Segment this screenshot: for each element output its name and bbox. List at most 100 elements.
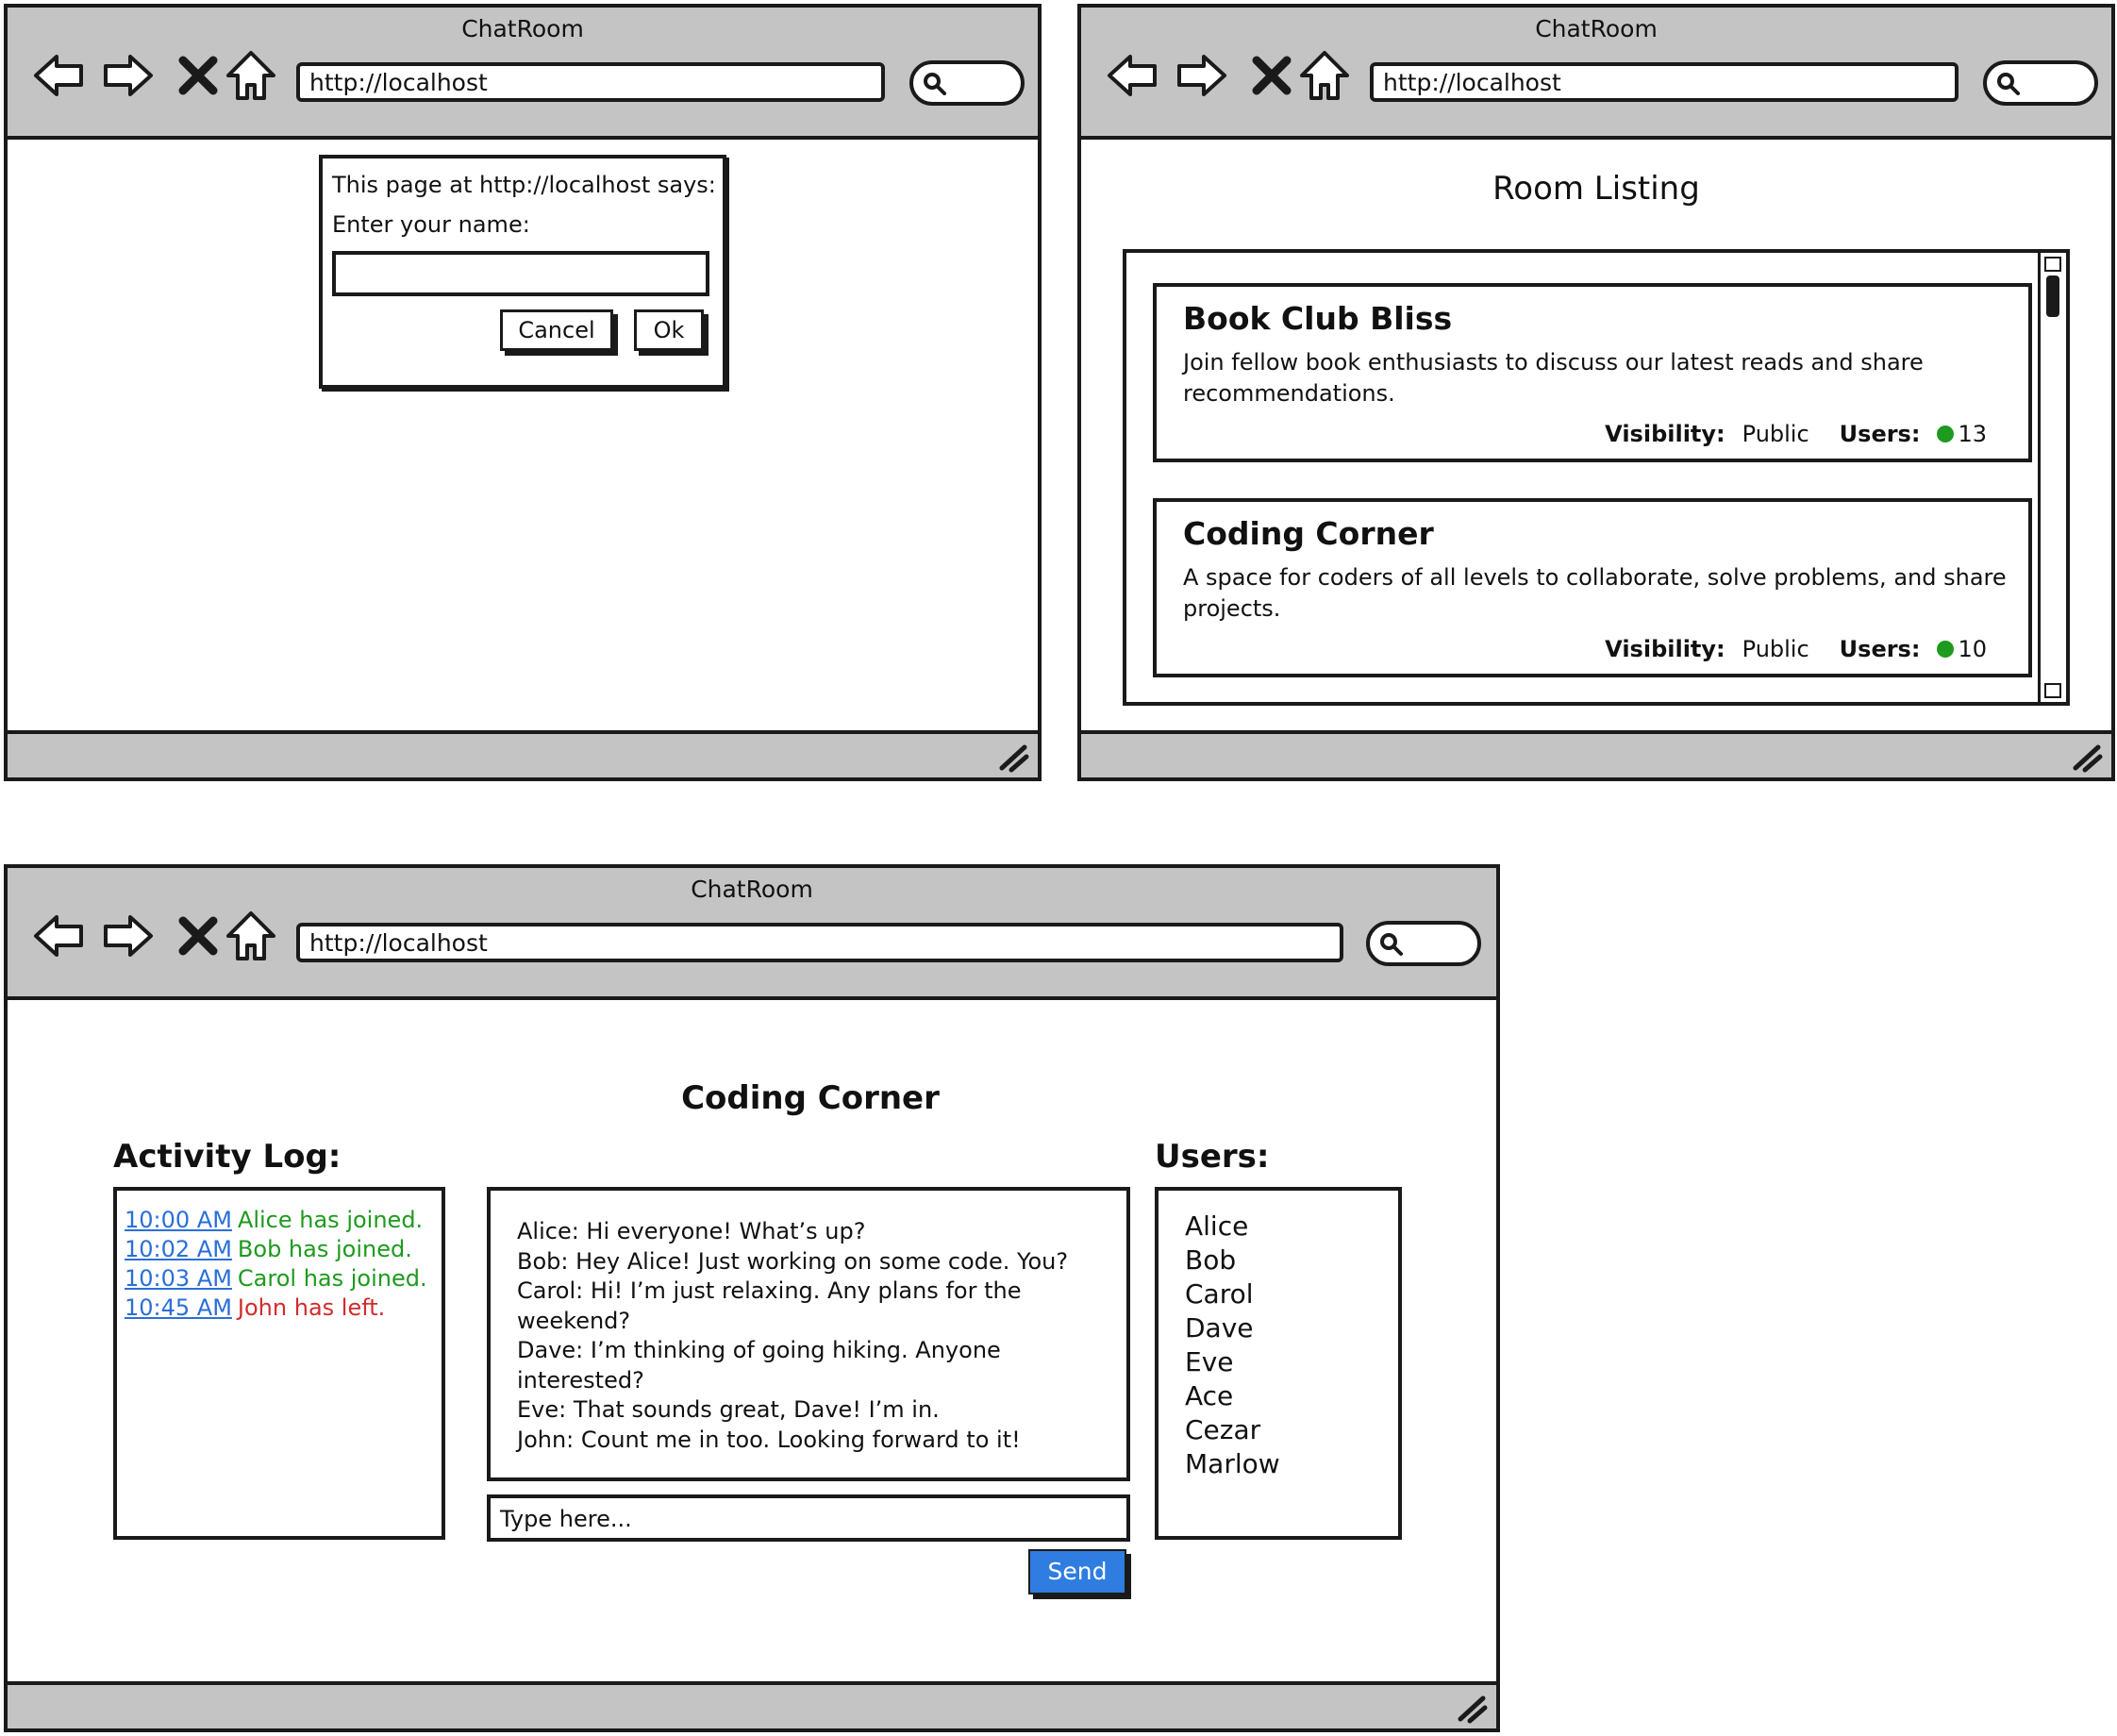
cancel-button[interactable]: Cancel bbox=[500, 309, 613, 351]
browser-toolbar: ChatRoom http://localhost bbox=[1081, 8, 2111, 140]
browser-toolbar: ChatRoom http://localhost bbox=[8, 868, 1496, 1000]
users-list: Alice Bob Carol Dave Eve Ace Cezar Marlo… bbox=[1155, 1187, 1402, 1540]
home-icon[interactable] bbox=[1296, 47, 1353, 104]
log-text: Alice has joined. bbox=[237, 1207, 424, 1233]
visibility-label: Visibility: bbox=[1605, 636, 1725, 662]
online-dot-icon bbox=[1937, 426, 1955, 442]
room-list: Book Club Bliss Join fellow book enthusi… bbox=[1123, 249, 2070, 706]
status-bar bbox=[8, 1681, 1496, 1728]
user-item[interactable]: Carol bbox=[1185, 1277, 1372, 1311]
home-icon[interactable] bbox=[223, 908, 279, 964]
browser-window-room-listing: ChatRoom http://localhost Room Listing B… bbox=[1077, 4, 2115, 781]
home-icon[interactable] bbox=[223, 47, 279, 104]
user-item[interactable]: Eve bbox=[1185, 1345, 1372, 1379]
room-name: Book Club Bliss bbox=[1183, 300, 1453, 337]
chat-message: Dave: I’m thinking of going hiking. Anyo… bbox=[517, 1337, 1001, 1394]
user-item[interactable]: Marlow bbox=[1185, 1447, 1372, 1481]
activity-log-heading: Activity Log: bbox=[113, 1138, 342, 1176]
search-box[interactable] bbox=[909, 60, 1025, 106]
address-bar[interactable]: http://localhost bbox=[296, 62, 885, 102]
room-meta: Visibility: Public Users: 13 bbox=[1605, 421, 1987, 447]
chat-message: Bob: Hey Alice! Just working on some cod… bbox=[517, 1247, 1069, 1275]
log-time-link[interactable]: 10:00 AM bbox=[125, 1207, 232, 1233]
log-entry: 10:02 AM Bob has joined. bbox=[125, 1235, 434, 1264]
chat-message: Eve: That sounds great, Dave! I’m in. bbox=[517, 1396, 940, 1423]
room-meta: Visibility: Public Users: 10 bbox=[1605, 636, 1987, 662]
forward-arrow-icon[interactable] bbox=[100, 47, 157, 104]
users-count: 10 bbox=[1958, 636, 1987, 662]
browser-window-chat-room: ChatRoom http://localhost Coding Corner … bbox=[4, 864, 1500, 1732]
scroll-thumb[interactable] bbox=[2046, 275, 2059, 317]
log-entry: 10:03 AM Carol has joined. bbox=[125, 1264, 434, 1294]
log-text: Carol has joined. bbox=[237, 1265, 427, 1292]
log-entry: 10:45 AM John has left. bbox=[125, 1294, 434, 1323]
log-text: John has left. bbox=[237, 1294, 386, 1321]
log-time-link[interactable]: 10:02 AM bbox=[125, 1236, 232, 1262]
search-icon bbox=[1380, 933, 1403, 956]
user-item[interactable]: Dave bbox=[1185, 1311, 1372, 1345]
chat-message: John: Count me in too. Looking forward t… bbox=[517, 1426, 1021, 1453]
resize-grip-icon[interactable] bbox=[1455, 1691, 1489, 1725]
log-text: Bob has joined. bbox=[237, 1236, 412, 1262]
browser-toolbar: ChatRoom http://localhost bbox=[8, 8, 1038, 140]
ok-button[interactable]: Ok bbox=[634, 309, 704, 351]
chat-message: Carol: Hi! I’m just relaxing. Any plans … bbox=[517, 1277, 1022, 1334]
back-arrow-icon[interactable] bbox=[30, 908, 87, 964]
dialog-message: This page at http://localhost says: bbox=[332, 172, 716, 198]
address-bar[interactable]: http://localhost bbox=[1370, 62, 1959, 102]
room-card[interactable]: Book Club Bliss Join fellow book enthusi… bbox=[1153, 283, 2032, 462]
window-title: ChatRoom bbox=[691, 876, 813, 903]
search-box[interactable] bbox=[1366, 921, 1481, 966]
address-bar[interactable]: http://localhost bbox=[296, 923, 1343, 962]
users-label: Users: bbox=[1839, 421, 1921, 447]
browser-window-name-prompt: ChatRoom http://localhost This page at h… bbox=[4, 4, 1042, 781]
page-title: Coding Corner bbox=[681, 1079, 940, 1117]
scrollbar[interactable] bbox=[2038, 253, 2066, 702]
resize-grip-icon[interactable] bbox=[996, 740, 1030, 774]
status-bar bbox=[8, 730, 1038, 777]
scroll-down-icon[interactable] bbox=[2044, 683, 2061, 698]
stop-icon[interactable] bbox=[1243, 47, 1300, 104]
resize-grip-icon[interactable] bbox=[2070, 740, 2104, 774]
users-heading: Users: bbox=[1155, 1138, 1270, 1176]
stop-icon[interactable] bbox=[170, 47, 226, 104]
name-prompt-dialog: This page at http://localhost says: Ente… bbox=[319, 155, 726, 389]
name-input[interactable] bbox=[332, 251, 709, 296]
forward-arrow-icon[interactable] bbox=[100, 908, 157, 964]
users-count: 13 bbox=[1958, 421, 1987, 447]
message-input[interactable]: Type here... bbox=[487, 1494, 1130, 1542]
search-icon bbox=[924, 73, 946, 95]
chat-messages: Alice: Hi everyone! What’s up? Bob: Hey … bbox=[487, 1187, 1130, 1481]
back-arrow-icon[interactable] bbox=[1104, 47, 1160, 104]
room-description: A space for coders of all levels to coll… bbox=[1183, 564, 2007, 622]
back-arrow-icon[interactable] bbox=[30, 47, 87, 104]
log-time-link[interactable]: 10:03 AM bbox=[125, 1265, 232, 1292]
user-item[interactable]: Cezar bbox=[1185, 1413, 1372, 1447]
room-card[interactable]: Coding Corner A space for coders of all … bbox=[1153, 498, 2032, 677]
stop-icon[interactable] bbox=[170, 908, 226, 964]
visibility-value: Public bbox=[1742, 636, 1809, 662]
chat-message: Alice: Hi everyone! What’s up? bbox=[517, 1218, 866, 1244]
search-box[interactable] bbox=[1983, 60, 2098, 106]
window-title: ChatRoom bbox=[461, 15, 584, 42]
search-icon bbox=[1997, 73, 2020, 95]
send-button[interactable]: Send bbox=[1028, 1549, 1126, 1594]
room-name: Coding Corner bbox=[1183, 515, 1434, 552]
user-item[interactable]: Bob bbox=[1185, 1244, 1372, 1277]
dialog-label: Enter your name: bbox=[332, 211, 530, 238]
online-dot-icon bbox=[1937, 641, 1955, 658]
visibility-value: Public bbox=[1742, 421, 1809, 447]
users-label: Users: bbox=[1839, 636, 1921, 662]
user-item[interactable]: Ace bbox=[1185, 1379, 1372, 1413]
visibility-label: Visibility: bbox=[1605, 421, 1725, 447]
page-title: Room Listing bbox=[1492, 170, 1700, 208]
activity-log: 10:00 AM Alice has joined. 10:02 AM Bob ha… bbox=[113, 1187, 445, 1540]
log-time-link[interactable]: 10:45 AM bbox=[125, 1294, 232, 1321]
scroll-up-icon[interactable] bbox=[2044, 257, 2061, 272]
user-item[interactable]: Alice bbox=[1185, 1210, 1372, 1244]
status-bar bbox=[1081, 730, 2111, 777]
room-description: Join fellow book enthusiasts to discuss … bbox=[1183, 349, 1924, 407]
window-title: ChatRoom bbox=[1535, 15, 1658, 42]
log-entry: 10:00 AM Alice has joined. bbox=[125, 1206, 434, 1235]
forward-arrow-icon[interactable] bbox=[1174, 47, 1230, 104]
